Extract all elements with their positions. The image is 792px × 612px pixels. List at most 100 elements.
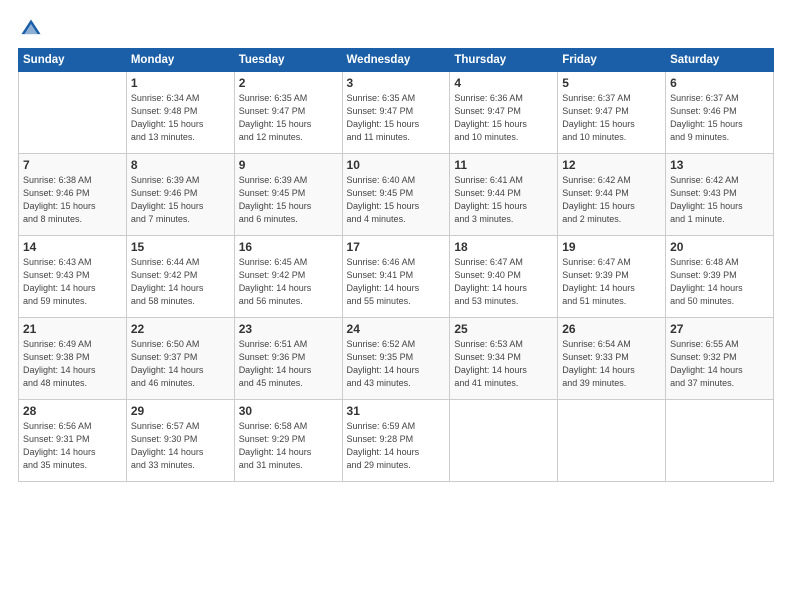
day-number: 20 xyxy=(670,240,769,254)
day-number: 17 xyxy=(347,240,446,254)
day-number: 5 xyxy=(562,76,661,90)
day-cell: 2 Sunrise: 6:35 AM Sunset: 9:47 PM Daylig… xyxy=(234,72,342,154)
col-header-monday: Monday xyxy=(126,49,234,72)
day-number: 4 xyxy=(454,76,553,90)
day-number: 16 xyxy=(239,240,338,254)
day-cell: 16Sunrise: 6:45 AM Sunset: 9:42 PM Dayli… xyxy=(234,236,342,318)
day-number: 19 xyxy=(562,240,661,254)
day-cell: 29 Sunrise: 6:57 AM Sunset: 9:30 PM Dayli… xyxy=(126,400,234,482)
day-number: 12 xyxy=(562,158,661,172)
day-info: Sunrise: 6:34 AM Sunset: 9:48 PM Dayligh… xyxy=(131,92,230,144)
col-header-thursday: Thursday xyxy=(450,49,558,72)
day-info: Sunrise: 6:49 AM Sunset: 9:38 PM Dayligh… xyxy=(23,338,122,390)
col-header-tuesday: Tuesday xyxy=(234,49,342,72)
day-info: Sunrise: 6:56 AM Sunset: 9:31 PM Dayligh… xyxy=(23,420,122,472)
day-cell: 11 Sunrise: 6:41 AM Sunset: 9:44 PM Dayli… xyxy=(450,154,558,236)
day-info: Sunrise: 6:35 AM Sunset: 9:47 PM Dayligh… xyxy=(347,92,446,144)
day-cell: 7Sunrise: 6:38 AM Sunset: 9:46 PM Daylig… xyxy=(19,154,127,236)
day-info: Sunrise: 6:46 AM Sunset: 9:41 PM Dayligh… xyxy=(347,256,446,308)
day-cell: 9Sunrise: 6:39 AM Sunset: 9:45 PM Daylig… xyxy=(234,154,342,236)
day-cell: 30 Sunrise: 6:58 AM Sunset: 9:29 PM Dayli… xyxy=(234,400,342,482)
day-cell xyxy=(450,400,558,482)
week-row-2: 7Sunrise: 6:38 AM Sunset: 9:46 PM Daylig… xyxy=(19,154,774,236)
day-info: Sunrise: 6:52 AM Sunset: 9:35 PM Dayligh… xyxy=(347,338,446,390)
day-info: Sunrise: 6:47 AM Sunset: 9:40 PM Dayligh… xyxy=(454,256,553,308)
day-cell: 6Sunrise: 6:37 AM Sunset: 9:46 PM Daylig… xyxy=(666,72,774,154)
week-row-3: 14 Sunrise: 6:43 AM Sunset: 9:43 PM Dayli… xyxy=(19,236,774,318)
day-cell: 17 Sunrise: 6:46 AM Sunset: 9:41 PM Dayli… xyxy=(342,236,450,318)
day-info: Sunrise: 6:55 AM Sunset: 9:32 PM Dayligh… xyxy=(670,338,769,390)
day-number: 25 xyxy=(454,322,553,336)
day-number: 30 xyxy=(239,404,338,418)
logo-icon xyxy=(20,18,42,40)
calendar-table: SundayMondayTuesdayWednesdayThursdayFrid… xyxy=(18,48,774,482)
day-info: Sunrise: 6:40 AM Sunset: 9:45 PM Dayligh… xyxy=(347,174,446,226)
day-cell: 20 Sunrise: 6:48 AM Sunset: 9:39 PM Dayli… xyxy=(666,236,774,318)
day-number: 27 xyxy=(670,322,769,336)
day-number: 26 xyxy=(562,322,661,336)
day-number: 2 xyxy=(239,76,338,90)
day-cell: 27 Sunrise: 6:55 AM Sunset: 9:32 PM Dayli… xyxy=(666,318,774,400)
day-number: 18 xyxy=(454,240,553,254)
day-cell: 10 Sunrise: 6:40 AM Sunset: 9:45 PM Dayli… xyxy=(342,154,450,236)
day-info: Sunrise: 6:42 AM Sunset: 9:43 PM Dayligh… xyxy=(670,174,769,226)
day-cell: 3 Sunrise: 6:35 AM Sunset: 9:47 PM Daylig… xyxy=(342,72,450,154)
header xyxy=(18,18,774,40)
day-info: Sunrise: 6:51 AM Sunset: 9:36 PM Dayligh… xyxy=(239,338,338,390)
col-header-sunday: Sunday xyxy=(19,49,127,72)
day-cell xyxy=(666,400,774,482)
day-cell xyxy=(558,400,666,482)
day-number: 15 xyxy=(131,240,230,254)
col-header-saturday: Saturday xyxy=(666,49,774,72)
day-number: 21 xyxy=(23,322,122,336)
day-cell: 5Sunrise: 6:37 AM Sunset: 9:47 PM Daylig… xyxy=(558,72,666,154)
day-info: Sunrise: 6:35 AM Sunset: 9:47 PM Dayligh… xyxy=(239,92,338,144)
day-cell: 21 Sunrise: 6:49 AM Sunset: 9:38 PM Dayli… xyxy=(19,318,127,400)
day-number: 8 xyxy=(131,158,230,172)
day-number: 31 xyxy=(347,404,446,418)
day-info: Sunrise: 6:50 AM Sunset: 9:37 PM Dayligh… xyxy=(131,338,230,390)
day-number: 6 xyxy=(670,76,769,90)
day-cell xyxy=(19,72,127,154)
day-info: Sunrise: 6:48 AM Sunset: 9:39 PM Dayligh… xyxy=(670,256,769,308)
day-number: 14 xyxy=(23,240,122,254)
day-number: 24 xyxy=(347,322,446,336)
day-number: 28 xyxy=(23,404,122,418)
day-cell: 23 Sunrise: 6:51 AM Sunset: 9:36 PM Dayli… xyxy=(234,318,342,400)
day-info: Sunrise: 6:41 AM Sunset: 9:44 PM Dayligh… xyxy=(454,174,553,226)
day-info: Sunrise: 6:38 AM Sunset: 9:46 PM Dayligh… xyxy=(23,174,122,226)
day-cell: 4 Sunrise: 6:36 AM Sunset: 9:47 PM Daylig… xyxy=(450,72,558,154)
day-cell: 8 Sunrise: 6:39 AM Sunset: 9:46 PM Daylig… xyxy=(126,154,234,236)
day-info: Sunrise: 6:39 AM Sunset: 9:46 PM Dayligh… xyxy=(131,174,230,226)
day-number: 3 xyxy=(347,76,446,90)
day-number: 10 xyxy=(347,158,446,172)
day-info: Sunrise: 6:42 AM Sunset: 9:44 PM Dayligh… xyxy=(562,174,661,226)
day-number: 9 xyxy=(239,158,338,172)
day-info: Sunrise: 6:44 AM Sunset: 9:42 PM Dayligh… xyxy=(131,256,230,308)
day-info: Sunrise: 6:58 AM Sunset: 9:29 PM Dayligh… xyxy=(239,420,338,472)
day-info: Sunrise: 6:54 AM Sunset: 9:33 PM Dayligh… xyxy=(562,338,661,390)
page: SundayMondayTuesdayWednesdayThursdayFrid… xyxy=(0,0,792,612)
day-info: Sunrise: 6:43 AM Sunset: 9:43 PM Dayligh… xyxy=(23,256,122,308)
week-row-5: 28 Sunrise: 6:56 AM Sunset: 9:31 PM Dayli… xyxy=(19,400,774,482)
day-cell: 18 Sunrise: 6:47 AM Sunset: 9:40 PM Dayli… xyxy=(450,236,558,318)
day-info: Sunrise: 6:59 AM Sunset: 9:28 PM Dayligh… xyxy=(347,420,446,472)
day-number: 22 xyxy=(131,322,230,336)
day-number: 1 xyxy=(131,76,230,90)
day-cell: 25Sunrise: 6:53 AM Sunset: 9:34 PM Dayli… xyxy=(450,318,558,400)
day-number: 29 xyxy=(131,404,230,418)
col-header-wednesday: Wednesday xyxy=(342,49,450,72)
header-row: SundayMondayTuesdayWednesdayThursdayFrid… xyxy=(19,49,774,72)
day-cell: 26 Sunrise: 6:54 AM Sunset: 9:33 PM Dayli… xyxy=(558,318,666,400)
day-info: Sunrise: 6:47 AM Sunset: 9:39 PM Dayligh… xyxy=(562,256,661,308)
day-number: 23 xyxy=(239,322,338,336)
col-header-friday: Friday xyxy=(558,49,666,72)
day-number: 11 xyxy=(454,158,553,172)
day-cell: 22 Sunrise: 6:50 AM Sunset: 9:37 PM Dayli… xyxy=(126,318,234,400)
day-info: Sunrise: 6:57 AM Sunset: 9:30 PM Dayligh… xyxy=(131,420,230,472)
day-number: 13 xyxy=(670,158,769,172)
week-row-1: 1 Sunrise: 6:34 AM Sunset: 9:48 PM Daylig… xyxy=(19,72,774,154)
day-cell: 31 Sunrise: 6:59 AM Sunset: 9:28 PM Dayli… xyxy=(342,400,450,482)
day-info: Sunrise: 6:36 AM Sunset: 9:47 PM Dayligh… xyxy=(454,92,553,144)
day-cell: 14 Sunrise: 6:43 AM Sunset: 9:43 PM Dayli… xyxy=(19,236,127,318)
